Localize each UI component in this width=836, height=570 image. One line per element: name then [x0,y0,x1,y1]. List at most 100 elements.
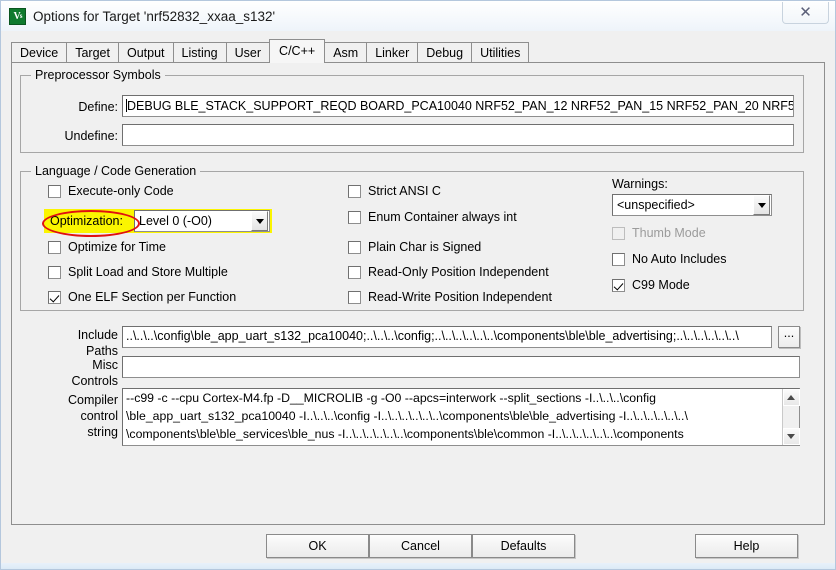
checkbox-strict-ansi-c[interactable]: Strict ANSI C [348,184,441,198]
tab-label: C/C++ [279,44,316,58]
defaults-button[interactable]: Defaults [472,534,575,558]
compiler-string-line: \ble_app_uart_s132_pca10040 -I..\..\..\c… [126,409,688,423]
checkbox-label: Execute-only Code [68,184,174,198]
checkbox-read-only-position-independent[interactable]: Read-Only Position Independent [348,265,549,279]
tab-linker[interactable]: Linker [366,42,419,62]
tab-label: Utilities [480,46,521,60]
misc-controls-label-line1: Misc [92,358,118,372]
checkbox-box [48,290,61,304]
compiler-string-scrollbar[interactable] [782,389,800,445]
help-button-label: Help [733,539,760,553]
compiler-string-line: --c99 -c --cpu Cortex-M4.fp -D__MICROLIB… [126,391,656,405]
checkbox-label: Optimize for Time [68,240,166,254]
include-paths-label-line1: Include [77,328,118,342]
help-button[interactable]: Help [695,534,798,558]
tab-user[interactable]: User [225,42,271,62]
include-paths-browse-button[interactable]: ... [778,326,800,348]
checkbox-no-auto-includes[interactable]: No Auto Includes [612,252,727,266]
optimization-label: Optimization: [50,214,123,228]
tab-label: Device [20,46,59,60]
define-label: Define: [78,100,118,114]
tab-label: Listing [181,46,218,60]
checkbox-label: One ELF Section per Function [68,290,237,304]
cancel-button[interactable]: Cancel [369,534,472,558]
title-bar: Vs Options for Target 'nrf52832_xxaa_s13… [1,1,835,31]
checkbox-read-write-position-independent[interactable]: Read-Write Position Independent [348,290,552,304]
tab-target[interactable]: Target [66,42,119,62]
checkbox-label: Plain Char is Signed [368,240,482,254]
checkbox-box [612,226,625,240]
checkbox-enum-container-always-int[interactable]: Enum Container always int [348,210,517,224]
uvision-icon: Vs [9,7,26,25]
checkbox-box [48,265,61,279]
checkbox-optimize-for-time[interactable]: Optimize for Time [48,240,166,254]
scroll-up-button[interactable] [782,389,800,406]
ok-button[interactable]: OK [266,534,369,558]
warnings-label: Warnings: [612,177,668,191]
define-value: DEBUG BLE_STACK_SUPPORT_REQD BOARD_PCA10… [127,99,794,113]
tab-device[interactable]: Device [11,42,68,62]
checkbox-label: Split Load and Store Multiple [68,265,228,279]
checkbox-box [612,252,625,266]
checkbox-label: Thumb Mode [632,226,706,240]
checkbox-label: Read-Write Position Independent [368,290,552,304]
scroll-down-arrow-icon [787,434,795,439]
tab-label: Debug [426,46,464,60]
misc-controls-label-line2: Controls [71,374,118,388]
chevron-down-icon[interactable] [251,211,268,231]
compiler-control-string-textarea[interactable]: --c99 -c --cpu Cortex-M4.fp -D__MICROLIB… [122,388,800,446]
warnings-value: <unspecified> [617,198,695,212]
tab-asm[interactable]: Asm [324,42,368,62]
tab-utilities[interactable]: Utilities [471,42,530,62]
checkbox-box [48,240,61,254]
undefine-input[interactable] [122,124,794,146]
chevron-down-icon[interactable] [753,195,770,215]
checkbox-box [348,210,361,224]
tab-output[interactable]: Output [117,42,174,62]
checkbox-label: C99 Mode [632,278,690,292]
tab-c-cpp[interactable]: C/C++ [269,39,326,63]
define-input[interactable]: DEBUG BLE_STACK_SUPPORT_REQD BOARD_PCA10… [122,95,794,117]
optimization-select[interactable]: Level 0 (-O0) [134,210,270,232]
checkbox-split-load-and-store-multiple[interactable]: Split Load and Store Multiple [48,265,228,279]
include-paths-input[interactable]: ..\..\..\config\ble_app_uart_s132_pca100… [122,326,772,348]
compiler-control-string-label-line2: control [80,409,118,423]
scroll-down-button[interactable] [782,428,800,445]
tab-label: Asm [333,46,359,60]
window-bottom-strip [1,563,835,569]
cancel-button-label: Cancel [401,539,440,553]
ok-button-label: OK [308,539,327,553]
checkbox-box [348,265,361,279]
compiler-control-string-label-line1: Compiler [67,393,118,407]
checkbox-box [348,184,361,198]
warnings-select[interactable]: <unspecified> [612,194,772,216]
compiler-control-string-label-line3: string [87,425,118,439]
tab-label: User [234,46,262,60]
tab-debug[interactable]: Debug [417,42,473,62]
checkbox-one-elf-section-per-function[interactable]: One ELF Section per Function [48,290,236,304]
optimization-value: Level 0 (-O0) [139,214,212,228]
checkbox-label: Strict ANSI C [368,184,441,198]
tab-label: Linker [375,46,410,60]
window-title: Options for Target 'nrf52832_xxaa_s132' [33,8,276,24]
close-icon: ✕ [799,3,812,21]
checkbox-c99-mode[interactable]: C99 Mode [612,278,690,292]
checkbox-box [612,278,625,292]
tab-label: Target [75,46,110,60]
undefine-label: Undefine: [64,129,118,143]
misc-controls-input[interactable] [122,356,800,378]
checkbox-plain-char-is-signed[interactable]: Plain Char is Signed [348,240,481,254]
checkbox-execute-only-code[interactable]: Execute-only Code [48,184,174,198]
dialog-footer: OK Cancel Defaults Help [1,525,835,569]
defaults-button-label: Defaults [500,539,547,553]
tab-listing[interactable]: Listing [172,42,227,62]
close-button[interactable]: ✕ [782,2,829,24]
checkbox-thumb-mode: Thumb Mode [612,226,706,240]
tab-label: Output [126,46,165,60]
checkbox-box [48,184,61,198]
checkbox-box [348,240,361,254]
include-paths-label-line2: Paths [86,344,118,358]
preprocessor-symbols-legend: Preprocessor Symbols [31,68,165,82]
c-cpp-tab-page: Preprocessor Symbols Define: DEBUG BLE_S… [11,62,825,525]
compiler-string-line: \components\ble\ble_services\ble_nus -I.… [126,427,684,441]
